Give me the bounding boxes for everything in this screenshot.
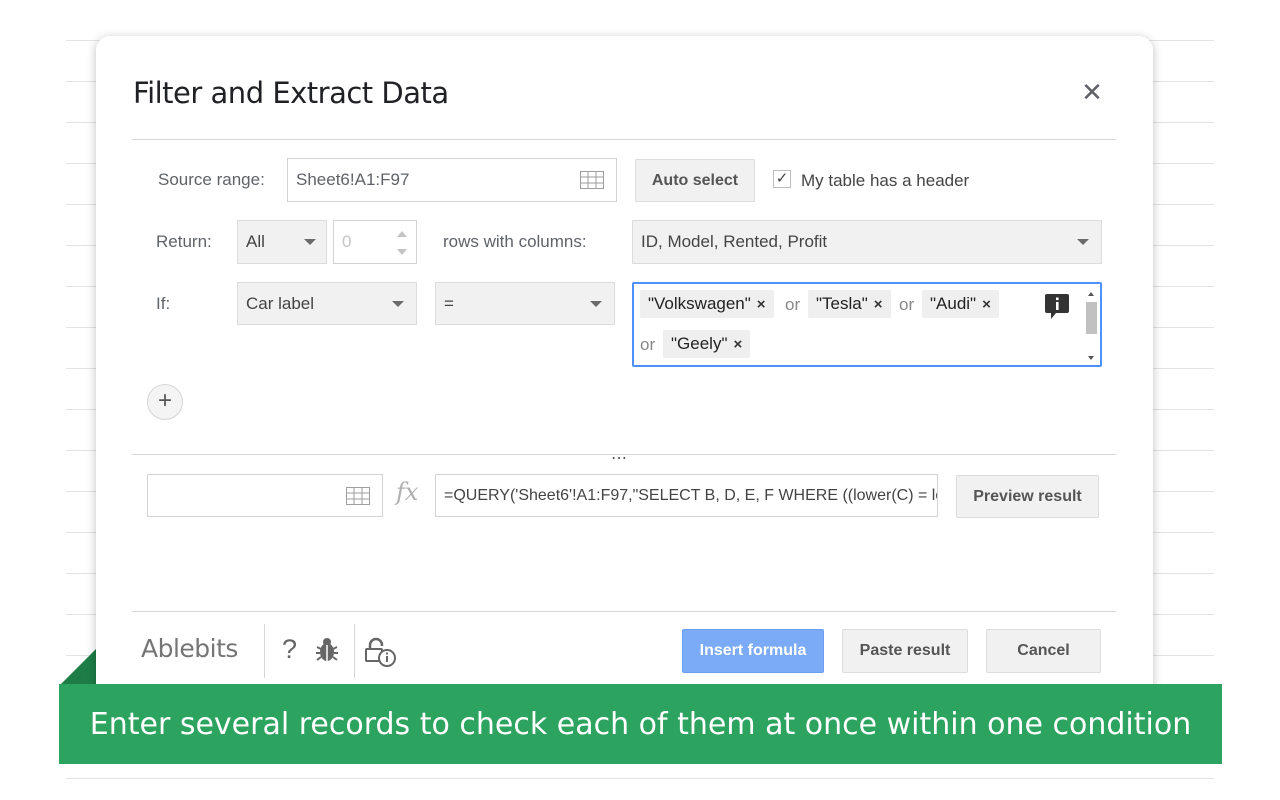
remove-tag-icon[interactable]: × [874, 296, 883, 313]
value-tag: "Geely" × [663, 330, 751, 358]
help-icon[interactable]: ? [282, 634, 297, 665]
preview-result-button[interactable]: Preview result [956, 475, 1099, 518]
remove-tag-icon[interactable]: × [757, 296, 766, 313]
cancel-button[interactable]: Cancel [986, 629, 1101, 673]
value-tag-label: "Geely" [671, 334, 728, 353]
condition-column-value: Car label [246, 293, 315, 313]
bug-report-icon[interactable] [314, 636, 340, 664]
chevron-down-icon [304, 239, 316, 245]
value-tag: "Volkswagen" × [640, 290, 774, 318]
columns-label: rows with columns: [443, 232, 587, 251]
tagbox-scrollbar[interactable] [1084, 288, 1097, 364]
columns-select[interactable]: ID, Model, Rented, Profit [632, 220, 1102, 264]
source-range-value: Sheet6!A1:F97 [296, 170, 410, 189]
or-separator: or [785, 295, 801, 314]
return-mode-value: All [246, 232, 265, 251]
privacy-info-icon[interactable] [364, 636, 400, 668]
condition-column-select[interactable]: Car label [237, 282, 417, 325]
caption-banner: Enter several records to check each of t… [59, 684, 1222, 764]
stepper-arrows-icon[interactable] [396, 227, 408, 259]
fx-icon: fx [396, 478, 419, 506]
return-count-stepper[interactable]: 0 [333, 220, 417, 264]
or-separator: or [899, 295, 915, 314]
condition-operator-value: = [444, 293, 454, 313]
insert-formula-button[interactable]: Insert formula [682, 629, 824, 673]
scroll-up-icon[interactable] [1088, 292, 1094, 296]
condition-operator-select[interactable]: = [435, 282, 615, 325]
condition-values-input[interactable]: "Volkswagen" × or "Tesla" × or "Audi" × … [632, 282, 1102, 367]
scroll-down-icon[interactable] [1088, 356, 1094, 360]
header-checkbox[interactable]: ✓ [773, 170, 791, 188]
filter-extract-dialog: Filter and Extract Data ✕ Source range: … [96, 36, 1153, 736]
value-tag-label: "Tesla" [816, 294, 868, 313]
destination-range-input[interactable] [147, 474, 383, 517]
range-grid-icon[interactable] [346, 487, 370, 505]
auto-select-button[interactable]: Auto select [635, 159, 755, 202]
chevron-down-icon [392, 300, 404, 307]
chevron-down-icon [1077, 239, 1089, 245]
close-icon[interactable]: ✕ [1078, 78, 1106, 106]
value-tag-label: "Audi" [930, 294, 977, 313]
header-checkbox-label: My table has a header [801, 171, 970, 190]
source-range-label: Source range: [158, 170, 265, 189]
formula-text: =QUERY('Sheet6'!A1:F97,"SELECT B, D, E, … [444, 486, 937, 504]
chevron-down-icon [590, 300, 602, 307]
formula-field[interactable]: =QUERY('Sheet6'!A1:F97,"SELECT B, D, E, … [435, 474, 938, 517]
remove-tag-icon[interactable]: × [733, 336, 742, 353]
return-label: Return: [156, 232, 212, 251]
remove-tag-icon[interactable]: × [982, 296, 991, 313]
value-tag-label: "Volkswagen" [648, 294, 751, 313]
return-count-placeholder: 0 [342, 232, 352, 251]
resize-handle-icon[interactable]: ⋯ [611, 448, 628, 468]
or-separator: or [640, 335, 656, 354]
value-tag: "Tesla" × [808, 290, 891, 318]
source-range-input[interactable]: Sheet6!A1:F97 [287, 158, 617, 202]
divider-bottom [132, 611, 1116, 612]
caption-text: Enter several records to check each of t… [89, 706, 1192, 742]
footer-separator [354, 624, 355, 678]
paste-result-button[interactable]: Paste result [842, 629, 968, 673]
info-comment-icon[interactable] [1044, 293, 1070, 321]
return-mode-select[interactable]: All [237, 220, 327, 264]
value-tag: "Audi" × [922, 290, 999, 318]
scroll-thumb[interactable] [1086, 302, 1097, 334]
footer-separator [264, 624, 265, 678]
add-condition-button[interactable]: + [147, 384, 183, 420]
if-label: If: [156, 294, 171, 313]
ablebits-logo: Ablebits [141, 634, 238, 663]
range-grid-icon[interactable] [580, 171, 604, 189]
divider-top [132, 139, 1116, 140]
columns-select-value: ID, Model, Rented, Profit [641, 232, 828, 251]
dialog-title: Filter and Extract Data [133, 76, 449, 110]
banner-fold [59, 648, 97, 686]
